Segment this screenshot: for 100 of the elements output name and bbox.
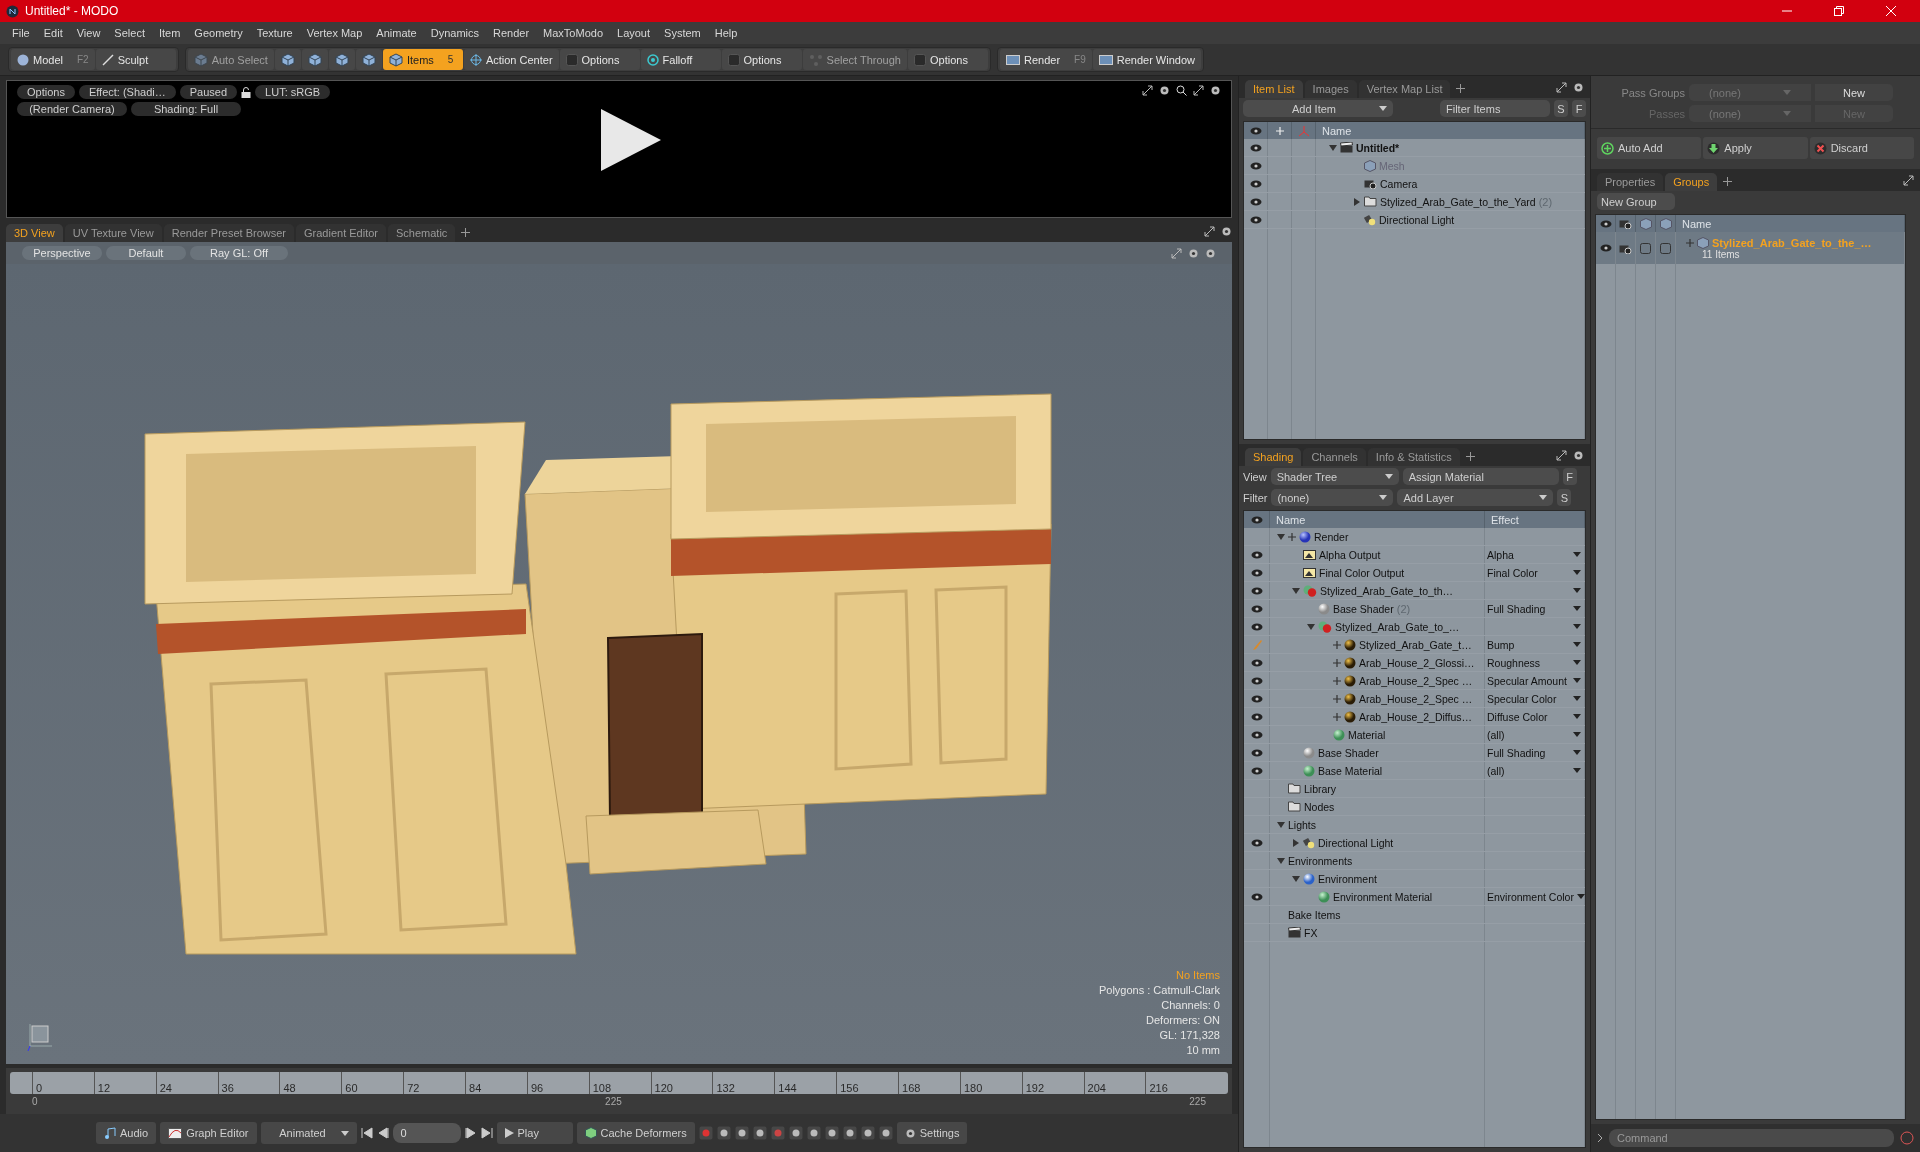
- collapse-arrow-icon[interactable]: [1291, 874, 1300, 883]
- collapse-arrow-icon[interactable]: [1306, 622, 1315, 631]
- f-button[interactable]: F: [1562, 468, 1577, 485]
- timeline[interactable]: 0 12 24 36 48 60 72 84 96 108 120 132 144 156 168 180 192 204 216 0 225 225: [6, 1068, 1232, 1114]
- toolbar-button[interactable]: Sculpt: [95, 49, 176, 70]
- shader-tree-row[interactable]: Stylized_Arab_Gate_to_th…: [1244, 582, 1585, 600]
- shader-tree-row[interactable]: Arab_House_2_Diffus… Diffuse Color: [1244, 708, 1585, 726]
- shader-tree-row[interactable]: Environments: [1244, 852, 1585, 870]
- preview-option-button[interactable]: (Render Camera): [17, 102, 127, 116]
- view-dropdown[interactable]: Shader Tree: [1270, 468, 1399, 485]
- selection-mode-button[interactable]: [301, 49, 328, 70]
- menu-item[interactable]: Dynamics: [424, 25, 485, 41]
- toolbar-button[interactable]: Items 5: [382, 49, 463, 70]
- collapse-arrow-icon[interactable]: [1328, 143, 1337, 152]
- new-group-button[interactable]: New Group: [1597, 193, 1675, 210]
- shader-tree-row[interactable]: Bake Items: [1244, 906, 1585, 924]
- timeline-ruler[interactable]: 0 12 24 36 48 60 72 84 96 108 120 132 144 156 168 180 192 204 216: [10, 1072, 1228, 1094]
- shader-tree-row[interactable]: Arab_House_2_Glossi… Roughness: [1244, 654, 1585, 672]
- viewport-option-button[interactable]: Ray GL: Off: [190, 246, 288, 260]
- command-field[interactable]: Command: [1609, 1129, 1894, 1147]
- selection-mode-button[interactable]: [328, 49, 355, 70]
- maximize-icon[interactable]: [1834, 6, 1844, 16]
- toolbar-button[interactable]: Options: [907, 49, 988, 70]
- panel-tab[interactable]: Item List: [1245, 80, 1303, 98]
- shader-tree-row[interactable]: Stylized_Arab_Gate_to_…: [1244, 618, 1585, 636]
- menu-item[interactable]: Vertex Map: [300, 25, 369, 41]
- panel-tab[interactable]: Images: [1304, 80, 1357, 98]
- panel-tab[interactable]: Vertex Map List: [1358, 80, 1451, 98]
- shader-tree-row[interactable]: Nodes: [1244, 798, 1585, 816]
- column-header[interactable]: Name: [1682, 217, 1712, 230]
- add-layer-dropdown[interactable]: Add Layer: [1397, 489, 1554, 506]
- play-button[interactable]: Play: [496, 1122, 573, 1144]
- shader-tree-row[interactable]: FX: [1244, 924, 1585, 942]
- menu-item[interactable]: Layout: [611, 25, 657, 41]
- menu-item[interactable]: Animate: [370, 25, 423, 41]
- 3d-viewport[interactable]: No Items Polygons : Catmull-Clark Channels: 0 Deformers: ON GL: 171,328 10 mm: [6, 264, 1232, 1064]
- group-action-button[interactable]: Auto Add: [1597, 137, 1702, 159]
- menu-item[interactable]: Select: [108, 25, 151, 41]
- panel-tab[interactable]: Render Preset Browser: [163, 224, 294, 242]
- item-list-row[interactable]: Camera: [1244, 175, 1585, 193]
- toolbar-button[interactable]: Falloff: [640, 49, 721, 70]
- filter-f-button[interactable]: F: [1572, 100, 1586, 117]
- cache-deformers-button[interactable]: Cache Deformers: [576, 1122, 695, 1144]
- add-item-dropdown[interactable]: Add Item: [1243, 100, 1393, 117]
- toolbar-button[interactable]: Model F2: [11, 49, 95, 70]
- selection-mode-button[interactable]: [355, 49, 382, 70]
- shader-tree-row[interactable]: Lights: [1244, 816, 1585, 834]
- panel-tab[interactable]: Info & Statistics: [1367, 448, 1460, 466]
- shader-tree-row[interactable]: Arab_House_2_Spec … Specular Amount: [1244, 672, 1585, 690]
- expand-arrow-icon[interactable]: [1291, 838, 1300, 847]
- shader-tree-row[interactable]: Material (all): [1244, 726, 1585, 744]
- add-tab-icon[interactable]: [1456, 84, 1466, 93]
- preview-option-button[interactable]: LUT: sRGB: [255, 85, 331, 99]
- panel-tab[interactable]: UV Texture View: [64, 224, 162, 242]
- frame-field[interactable]: 0: [392, 1123, 461, 1143]
- viewport-option-button[interactable]: Default: [106, 246, 186, 260]
- group-row[interactable]: Stylized_Arab_Gate_to_the_… 11 Items: [1596, 232, 1905, 264]
- menu-item[interactable]: Geometry: [188, 25, 249, 41]
- settings-button[interactable]: Settings: [896, 1122, 968, 1144]
- preview-option-button[interactable]: Paused: [179, 85, 238, 99]
- s-button[interactable]: S: [1557, 489, 1572, 506]
- preview-option-button[interactable]: Options: [17, 85, 75, 99]
- preview-option-button[interactable]: Effect: (Shadi…: [78, 85, 176, 99]
- filter-s-button[interactable]: S: [1554, 100, 1568, 117]
- toolbar-button[interactable]: Render F9: [999, 49, 1092, 70]
- item-list-row[interactable]: Untitled*: [1244, 139, 1585, 157]
- shader-tree-row[interactable]: Base Shader Full Shading: [1244, 744, 1585, 762]
- shader-tree-row[interactable]: Environment: [1244, 870, 1585, 888]
- new-pass-button[interactable]: New: [1815, 84, 1893, 101]
- column-header[interactable]: Name: [1322, 124, 1352, 137]
- panel-tab[interactable]: 3D View: [6, 224, 63, 242]
- menu-item[interactable]: System: [658, 25, 707, 41]
- shader-tree-row[interactable]: Base Material (all): [1244, 762, 1585, 780]
- collapse-arrow-icon[interactable]: [1291, 586, 1300, 595]
- panel-tab[interactable]: Gradient Editor: [296, 224, 386, 242]
- shader-tree-row[interactable]: Stylized_Arab_Gate_t… Bump: [1244, 636, 1585, 654]
- menu-item[interactable]: File: [6, 25, 36, 41]
- expand-arrow-icon[interactable]: [1352, 197, 1361, 206]
- menu-item[interactable]: Item: [152, 25, 187, 41]
- menu-item[interactable]: Render: [487, 25, 536, 41]
- group-action-button[interactable]: Apply: [1703, 137, 1808, 159]
- collapse-arrow-icon[interactable]: [1276, 820, 1285, 829]
- menu-item[interactable]: Texture: [250, 25, 299, 41]
- viewport-option-button[interactable]: Perspective: [22, 246, 102, 260]
- add-tab-icon[interactable]: [1723, 177, 1733, 186]
- panel-tab[interactable]: Shading: [1245, 448, 1302, 466]
- animation-mode-dropdown[interactable]: Animated: [260, 1122, 357, 1144]
- shader-tree-row[interactable]: Final Color Output Final Color: [1244, 564, 1585, 582]
- shader-tree-row[interactable]: Arab_House_2_Spec … Specular Color: [1244, 690, 1585, 708]
- shader-tree-row[interactable]: Render: [1244, 528, 1585, 546]
- collapse-arrow-icon[interactable]: [1276, 532, 1285, 541]
- menu-item[interactable]: Edit: [37, 25, 69, 41]
- panel-tab[interactable]: Schematic: [388, 224, 456, 242]
- menu-item[interactable]: Help: [708, 25, 744, 41]
- panel-tab[interactable]: Channels: [1303, 448, 1366, 466]
- selection-mode-button[interactable]: [274, 49, 301, 70]
- toolbar-button[interactable]: Options: [559, 49, 640, 70]
- toolbar-button[interactable]: Options: [721, 49, 802, 70]
- panel-tab[interactable]: Properties: [1597, 173, 1664, 191]
- toolbar-button[interactable]: Render Window: [1092, 49, 1201, 70]
